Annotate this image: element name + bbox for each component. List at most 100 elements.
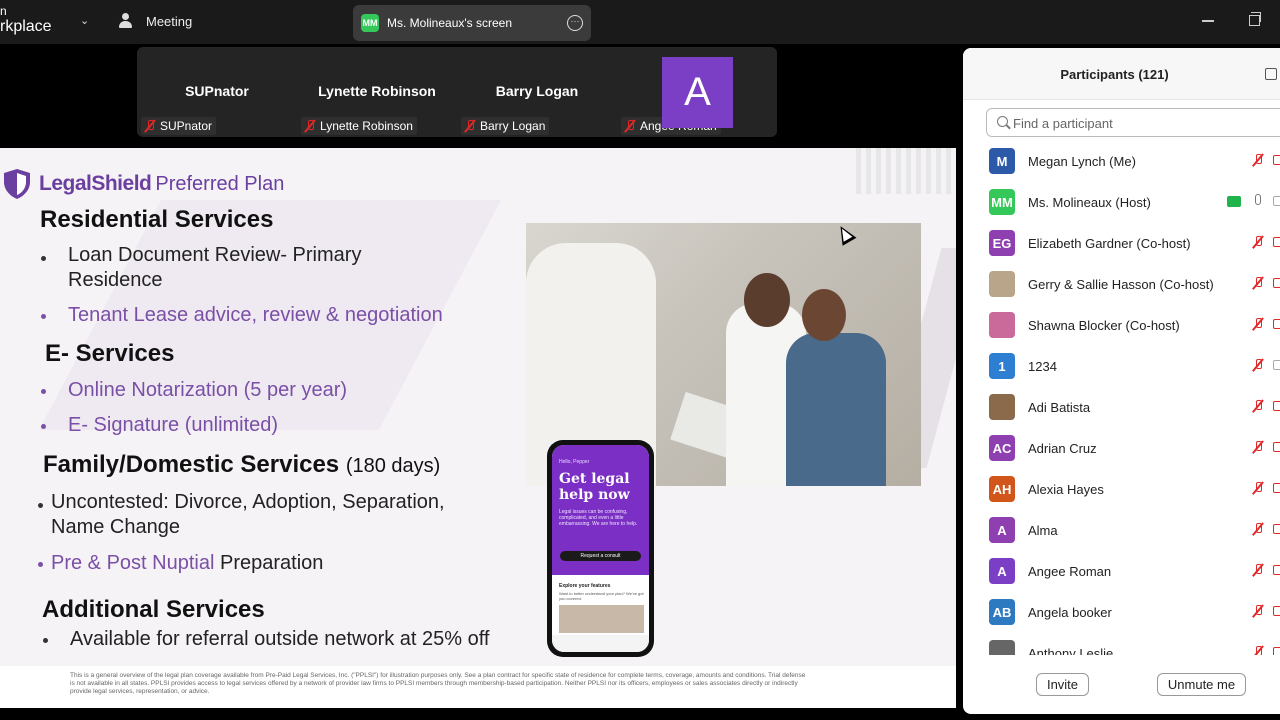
camera-off-icon — [1273, 401, 1280, 411]
slide-footer: This is a general overview of the legal … — [0, 666, 956, 708]
bullet — [41, 424, 46, 429]
brand-line-1: n — [0, 4, 7, 18]
video-tile[interactable]: Lynette Robinson Lynette Robinson — [297, 47, 457, 137]
phone-headline: Get legal help now — [559, 471, 630, 503]
participant-row[interactable]: Gerry & Sallie Hasson (Co-host) — [963, 264, 1280, 305]
participant-name: Adi Batista — [1028, 400, 1091, 415]
video-tile[interactable]: SUPnator SUPnator — [137, 47, 297, 137]
bullet-item: Uncontested: Divorce, Adoption, Separati… — [51, 491, 445, 513]
camera-off-icon — [1273, 278, 1280, 288]
participant-name: Ms. Molineaux (Host) — [1028, 195, 1151, 210]
bullet-item-cont: Residence — [68, 269, 163, 291]
bullet-item: Tenant Lease advice, review & negotiatio… — [68, 304, 443, 326]
shared-slide: LegalShield Preferred Plan Residential S… — [0, 148, 956, 708]
chevron-down-icon[interactable]: ⌄ — [80, 14, 89, 27]
meeting-menu[interactable]: Meeting — [118, 12, 192, 30]
participant-row[interactable]: 1 1234 — [963, 346, 1280, 387]
purple-text: Pre & Post Nuptial — [51, 552, 215, 574]
camera-off-icon — [1273, 360, 1280, 370]
mic-muted-icon — [1251, 645, 1265, 655]
avatar: AB — [989, 599, 1015, 625]
mic-muted-icon — [1251, 276, 1265, 290]
camera-off-icon — [1273, 483, 1280, 493]
participant-name: Adrian Cruz — [1028, 441, 1097, 456]
participant-list: M Megan Lynch (Me) MM Ms. Molineaux (Host) E… — [963, 141, 1280, 655]
mic-muted-icon — [1251, 604, 1265, 618]
participant-search[interactable] — [986, 108, 1280, 137]
camera-off-icon — [1273, 647, 1280, 655]
mic-muted-icon — [1251, 522, 1265, 536]
restore-icon[interactable] — [1249, 12, 1261, 26]
mic-muted-icon — [463, 119, 477, 133]
screen-share-indicator[interactable]: MM Ms. Molineaux's screen ··· — [353, 5, 591, 41]
popout-icon[interactable] — [1265, 68, 1277, 80]
tile-label: Barry Logan — [461, 117, 550, 135]
mic-muted-icon — [1251, 440, 1265, 454]
participant-row[interactable]: A Alma — [963, 510, 1280, 551]
screen-share-label: Ms. Molineaux's screen — [387, 16, 513, 30]
participant-row[interactable]: Adi Batista — [963, 387, 1280, 428]
camera-off-icon — [1273, 155, 1280, 165]
invite-button[interactable]: Invite — [1036, 673, 1089, 696]
bullet — [43, 638, 48, 643]
family-days: (180 days) — [345, 455, 441, 477]
participant-name: Megan Lynch (Me) — [1028, 154, 1136, 169]
participant-name: Gerry & Sallie Hasson (Co-host) — [1028, 277, 1214, 292]
participant-name: 1234 — [1028, 359, 1057, 374]
phone-explore: Explore your features — [559, 583, 611, 589]
participant-row[interactable]: AB Angela booker — [963, 592, 1280, 633]
video-tile[interactable]: Barry Logan Barry Logan — [457, 47, 617, 137]
plain-text: Preparation — [219, 552, 324, 574]
participant-row[interactable]: Anthony Leslie — [963, 633, 1280, 655]
camera-off-icon — [1273, 524, 1280, 534]
phone-explore-sub: Want to better understand your plan? We'… — [559, 591, 644, 601]
meeting-label: Meeting — [146, 13, 193, 29]
avatar: MM — [989, 189, 1015, 215]
bullet-item: Available for referral outside network a… — [70, 628, 490, 650]
more-options-icon[interactable]: ··· — [567, 15, 583, 31]
phone-greeting: Hello, Pepper — [559, 459, 590, 465]
participant-name: Alexia Hayes — [1028, 482, 1104, 497]
phone-thumbnail — [559, 605, 644, 633]
minimize-icon[interactable] — [1202, 20, 1214, 22]
tile-name: Barry Logan — [495, 83, 579, 99]
participant-row[interactable]: M Megan Lynch (Me) — [963, 141, 1280, 182]
top-bar: n rkplace ⌄ Meeting MM Ms. Molineaux's s… — [0, 0, 1280, 44]
video-gallery-strip: SUPnator SUPnator Lynette Robinson Lynet… — [137, 47, 777, 137]
participant-row[interactable]: MM Ms. Molineaux (Host) — [963, 182, 1280, 223]
participant-row[interactable]: AC Adrian Cruz — [963, 428, 1280, 469]
mic-muted-icon — [303, 119, 317, 133]
tile-label: Lynette Robinson — [301, 117, 417, 135]
participant-name: Angela booker — [1028, 605, 1112, 620]
slide-decoration — [856, 148, 956, 194]
participant-name: Angee Roman — [1028, 564, 1112, 579]
phone-body: Legal issues can be confusing, complicat… — [559, 509, 638, 527]
participant-row[interactable]: Shawna Blocker (Co-host) — [963, 305, 1280, 346]
avatar — [989, 271, 1015, 297]
participant-row[interactable]: AH Alexia Hayes — [963, 469, 1280, 510]
avatar: EG — [989, 230, 1015, 256]
screen-share-icon — [1227, 196, 1241, 207]
mic-muted-icon — [143, 119, 157, 133]
residential-heading: Residential Services — [40, 206, 274, 233]
family-heading: Family/Domestic Services (180 days) — [43, 451, 440, 479]
brand-line-2: rkplace — [0, 18, 52, 35]
unmute-button[interactable]: Unmute me — [1157, 673, 1246, 696]
panel-title: Participants (121) — [1060, 67, 1169, 82]
search-input[interactable] — [1013, 114, 1280, 132]
avatar: A — [989, 558, 1015, 584]
phone-button: Request a consult — [560, 551, 641, 561]
phone-screen: Hello, Pepper Get legal help now Legal i… — [552, 445, 649, 652]
mic-muted-icon — [1251, 399, 1265, 413]
participant-name: Elizabeth Gardner (Co-host) — [1028, 236, 1191, 251]
avatar: AH — [989, 476, 1015, 502]
search-icon — [997, 116, 1008, 127]
avatar: A — [662, 57, 733, 128]
participant-row[interactable]: A Angee Roman — [963, 551, 1280, 592]
mic-muted-icon — [1251, 317, 1265, 331]
camera-off-icon — [1273, 319, 1280, 329]
legalshield-logo: LegalShield Preferred Plan — [3, 168, 284, 200]
participant-row[interactable]: EG Elizabeth Gardner (Co-host) — [963, 223, 1280, 264]
people-icon — [118, 12, 138, 30]
avatar — [989, 394, 1015, 420]
